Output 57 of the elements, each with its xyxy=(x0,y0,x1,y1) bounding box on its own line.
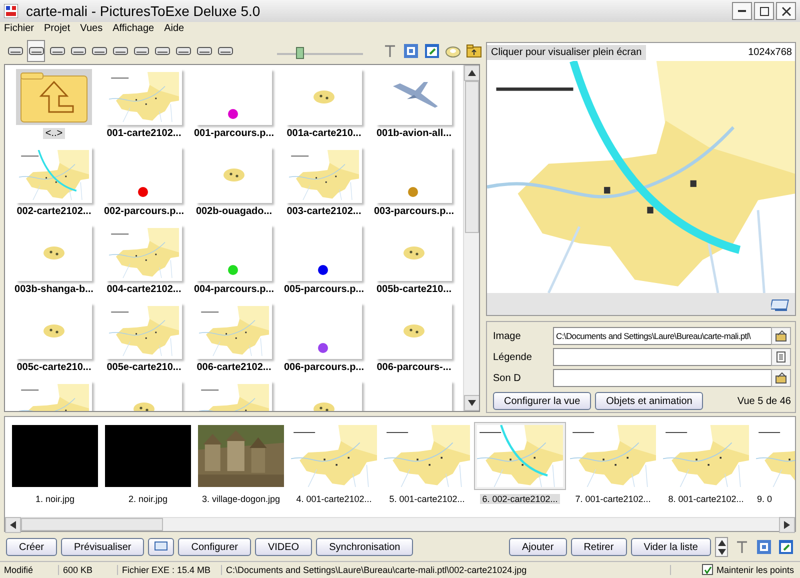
slide-label: 2. noir.jpg xyxy=(127,494,169,504)
file-name: 003-carte2102... xyxy=(286,206,362,217)
slide-label: 4. 001-carte2102... xyxy=(295,494,373,504)
file-name: 006-parcours.p... xyxy=(282,362,366,373)
slide-label: 7. 001-carte2102... xyxy=(574,494,652,504)
field-label: Légende xyxy=(493,352,533,362)
file-name: 006-parcours-... xyxy=(376,362,452,373)
slide-label: 5. 001-carte2102... xyxy=(388,494,466,504)
file-name: 003-parcours.p... xyxy=(372,206,456,217)
file-name: 005e-carte210... xyxy=(106,362,182,373)
file-name: 005b-carte210... xyxy=(375,284,453,295)
menu-item[interactable]: Aide xyxy=(164,23,184,37)
file-name: 002-carte2102... xyxy=(16,206,92,217)
file-name: 001a-carte210... xyxy=(286,128,362,139)
file-name: 002b-ouagado... xyxy=(194,206,274,217)
file-name: 001b-avion-all... xyxy=(375,128,453,139)
action-button[interactable]: Objets et animation xyxy=(595,392,704,410)
status-text: C:\Documents and Settings\Laure\Bureau\carte-mali.ptl\002-carte21024.jpg xyxy=(222,564,671,574)
status-text: Modifié xyxy=(0,564,59,574)
slide-label: 9. 0 xyxy=(756,494,774,504)
file-name: 003b-shanga-b... xyxy=(14,284,94,295)
file-name: <..> xyxy=(43,128,65,139)
menu-item[interactable]: Fichier xyxy=(4,23,34,37)
status-text: 600 KB xyxy=(59,564,118,574)
file-name: 005-parcours.p... xyxy=(282,284,366,295)
file-name: 001-carte2102... xyxy=(106,128,182,139)
action-button[interactable]: VIDEO xyxy=(254,538,312,556)
action-button[interactable]: Créer xyxy=(6,538,58,556)
slide-label: 8. 001-carte2102... xyxy=(667,494,745,504)
checkbox-label[interactable]: Maintenir les points xyxy=(716,564,794,574)
resolution-label: 1024x768 xyxy=(748,46,793,58)
slide-label: 6. 002-carte2102... xyxy=(480,494,560,504)
action-button[interactable]: Prévisualiser xyxy=(61,538,144,556)
status-text: Fichier EXE : 15.4 MB xyxy=(118,564,222,574)
menu-item[interactable]: Projet xyxy=(44,23,70,37)
text-field[interactable]: C:\Documents and Settings\Laure\Bureau\carte-mali.ptl\ xyxy=(553,327,772,345)
field-label: Son D xyxy=(493,372,522,384)
action-button[interactable]: Vider la liste xyxy=(630,538,711,556)
action-button[interactable]: Configurer la vue xyxy=(493,392,592,410)
file-name: 001-parcours.p... xyxy=(192,128,276,139)
slide-counter: Vue 5 de 46 xyxy=(737,396,791,406)
menu-item[interactable]: Vues xyxy=(80,23,103,37)
window-title: carte-mali - PicturesToExe Deluxe 5.0 xyxy=(26,3,262,19)
field-label: Image xyxy=(493,330,522,342)
preview-hint[interactable]: Cliquer pour visualiser plein écran xyxy=(487,44,646,60)
file-name: 004-carte2102... xyxy=(106,284,182,295)
slide-label: 1. noir.jpg xyxy=(34,494,76,504)
file-name: 004-parcours.p... xyxy=(192,284,276,295)
action-button[interactable]: Configurer xyxy=(178,538,251,556)
menu-item[interactable]: Affichage xyxy=(112,23,154,37)
file-name: 002-parcours.p... xyxy=(102,206,186,217)
slide-label: 3. village-dogon.jpg xyxy=(200,494,282,504)
file-name: 006-carte2102... xyxy=(196,362,272,373)
file-name: 005c-carte210... xyxy=(16,362,92,373)
action-button[interactable]: Synchronisation xyxy=(316,538,414,556)
action-button[interactable]: Retirer xyxy=(570,538,627,556)
action-button[interactable]: Ajouter xyxy=(509,538,567,556)
